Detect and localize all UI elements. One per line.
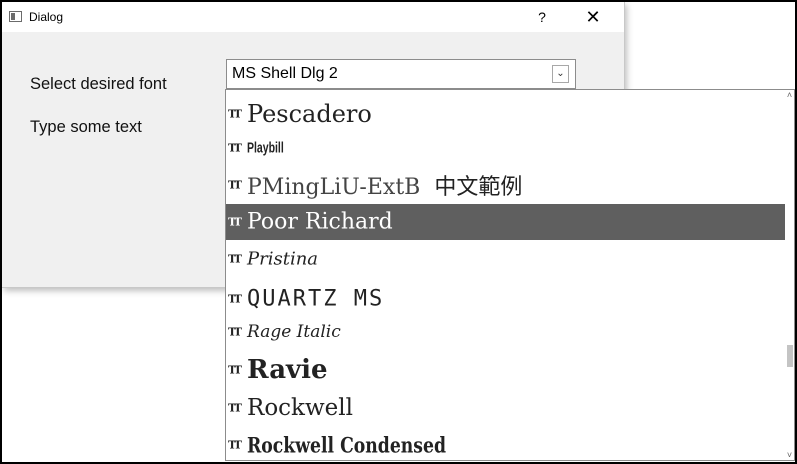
font-item-playbill[interactable]: TT Playbill — [226, 132, 791, 164]
truetype-icon: TT — [228, 292, 242, 306]
font-combo-box[interactable]: MS Shell Dlg 2 ⌄ — [226, 59, 576, 89]
scroll-down-icon[interactable]: ˅ — [785, 450, 794, 460]
font-item-rockwell-condensed[interactable]: TT Rockwell Condensed — [226, 428, 791, 460]
window-icon — [9, 11, 22, 22]
font-item-pristina[interactable]: TT Pristina — [226, 242, 791, 276]
font-dropdown-list[interactable]: TT Pescadero TT Playbill TT PMingLiU-Ext… — [225, 89, 795, 461]
truetype-icon: TT — [228, 325, 242, 339]
font-item-poor-richard[interactable]: TT Poor Richard — [226, 204, 791, 240]
scrollbar-thumb[interactable] — [787, 345, 793, 367]
type-text-label: Type some text — [30, 118, 142, 136]
font-item-pescadero[interactable]: TT Pescadero — [226, 96, 791, 132]
truetype-icon: TT — [228, 107, 242, 121]
font-item-quartz-ms[interactable]: TT QUARTZ MS — [226, 282, 791, 316]
help-button[interactable]: ? — [522, 2, 562, 32]
font-combo-value: MS Shell Dlg 2 — [232, 65, 338, 82]
truetype-icon: TT — [228, 401, 242, 415]
close-button[interactable]: ✕ — [570, 2, 616, 32]
font-item-ravie[interactable]: TT Ravie — [226, 352, 791, 388]
truetype-icon: TT — [228, 215, 242, 229]
font-item-rockwell[interactable]: TT Rockwell — [226, 390, 791, 426]
truetype-icon: TT — [228, 252, 242, 266]
font-item-rage-italic[interactable]: TT Rage Italic — [226, 316, 791, 348]
truetype-icon: TT — [228, 141, 242, 155]
font-item-pmingliu-extb[interactable]: TT PMingLiU-ExtB 中文範例 — [226, 166, 791, 204]
select-font-label: Select desired font — [30, 75, 167, 93]
truetype-icon: TT — [228, 178, 242, 192]
dropdown-scrollbar[interactable]: ˄ ˅ — [785, 90, 794, 460]
truetype-icon: TT — [228, 363, 242, 377]
title-bar[interactable]: Dialog ? ✕ — [2, 2, 624, 32]
truetype-icon: TT — [228, 438, 242, 452]
chevron-down-icon[interactable]: ⌄ — [552, 65, 569, 83]
scroll-up-icon[interactable]: ˄ — [785, 90, 794, 102]
window-title: Dialog — [29, 10, 64, 24]
